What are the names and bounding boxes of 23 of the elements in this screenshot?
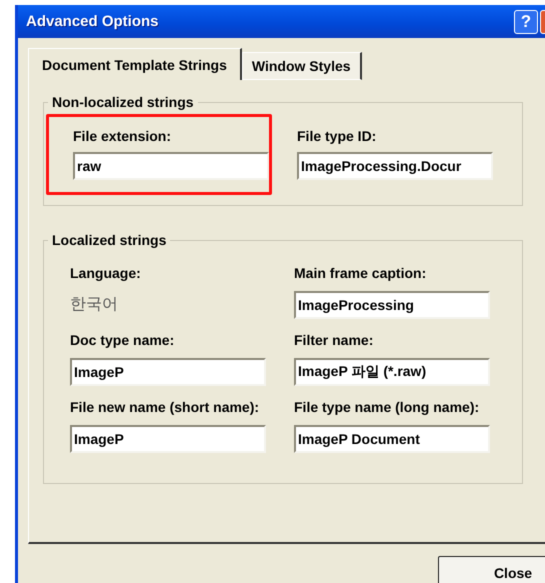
close-dialog-button[interactable]: Close: [438, 556, 545, 583]
help-button[interactable]: ?: [514, 10, 538, 34]
input-field[interactable]: ImageP: [70, 425, 266, 453]
tab[interactable]: Document Template Strings: [28, 48, 242, 80]
window-title: Advanced Options: [26, 13, 160, 30]
input-field[interactable]: ImageP 파일 (*.raw): [294, 358, 490, 386]
input-field[interactable]: ImageP: [70, 358, 266, 386]
group-title: Non-localized strings: [51, 94, 195, 110]
input-field[interactable]: ImageProcessing.Docur: [297, 152, 493, 180]
tab[interactable]: Window Styles: [242, 52, 362, 80]
input-field[interactable]: ImageP Document: [294, 425, 490, 453]
group-title: Localized strings: [51, 232, 168, 248]
input-field[interactable]: ImageProcessing: [294, 291, 490, 319]
input-field[interactable]: raw: [73, 152, 269, 180]
field-label: Main frame caption:: [294, 264, 428, 283]
field-label: File new name (short name):: [70, 398, 260, 417]
field-label: Doc type name:: [70, 331, 176, 350]
field-label: File type ID:: [297, 127, 378, 146]
language-value: 한국어: [70, 295, 119, 315]
field-label: File extension:: [73, 127, 172, 146]
field-label: Filter name:: [294, 331, 374, 350]
field-label: File type name (long name):: [294, 398, 480, 417]
field-label: Language:: [70, 264, 142, 283]
